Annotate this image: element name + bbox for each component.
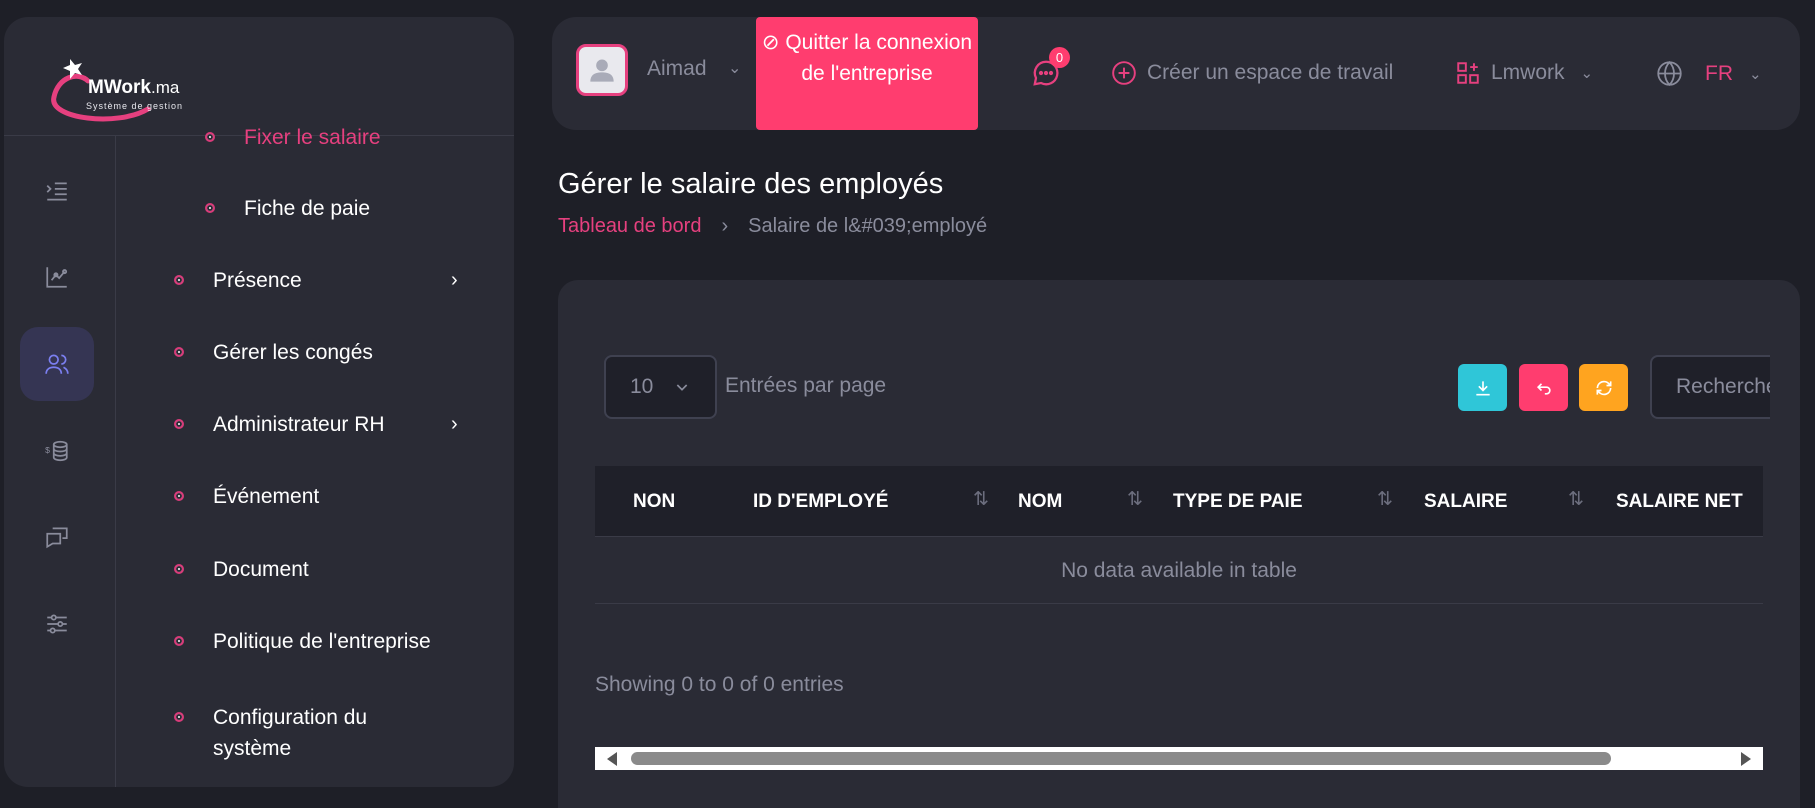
- bullet-icon: [174, 347, 184, 357]
- sort-icon[interactable]: ⇅: [1568, 488, 1584, 511]
- menu-item-label: Événement: [213, 485, 320, 508]
- workspace-selector[interactable]: Lmwork ⌄: [1455, 60, 1593, 86]
- create-workspace-button[interactable]: Créer un espace de travail: [1111, 60, 1393, 86]
- page-title: Gérer le salaire des employés: [558, 168, 944, 200]
- chart-icon: [46, 267, 68, 288]
- language-code: FR: [1705, 61, 1733, 85]
- column-header-id[interactable]: ID D'EMPLOYÉ: [753, 491, 888, 513]
- rail-dashboard[interactable]: [20, 240, 94, 314]
- reset-button[interactable]: [1519, 364, 1568, 411]
- quit-company-button[interactable]: ⊘ Quitter la connexion de l'entreprise: [756, 17, 978, 130]
- logo-subtitle: Système de gestion: [86, 101, 184, 111]
- menu-item-label: Fiche de paie: [244, 197, 371, 220]
- sort-icon[interactable]: ⇅: [973, 488, 989, 511]
- per-page-label: Entrées par page: [725, 374, 887, 397]
- bullet-icon: [174, 564, 184, 574]
- svg-text:$: $: [45, 445, 50, 455]
- language-selector[interactable]: FR ⌄: [1656, 60, 1762, 87]
- quit-company-label: Quitter la connexion de l'entreprise: [785, 31, 973, 85]
- chevron-right-icon[interactable]: ›: [451, 269, 458, 292]
- page-size-value: 10: [630, 375, 654, 398]
- rail-payroll[interactable]: $: [20, 414, 94, 488]
- ban-icon: ⊘: [761, 31, 780, 54]
- chevron-right-icon[interactable]: ›: [451, 413, 458, 436]
- workspace-label: Lmwork: [1491, 61, 1565, 84]
- user-icon: [590, 59, 614, 82]
- logo-brand: MWork.ma: [88, 77, 180, 98]
- settings-sliders-icon: [47, 614, 67, 634]
- sidebar: MWork.ma Système de gestion $ Fixer le s…: [4, 17, 514, 787]
- chevron-down-icon: ⌄: [1749, 65, 1762, 83]
- plus-circle-icon: [1112, 61, 1136, 85]
- search-input[interactable]: Rechercher: [1650, 355, 1770, 419]
- bullet-icon: [174, 636, 184, 646]
- chevron-down-icon[interactable]: ⌄: [728, 58, 741, 78]
- menu-item-configuration[interactable]: Configuration du système: [174, 702, 404, 764]
- table-info: Showing 0 to 0 of 0 entries: [595, 673, 844, 696]
- breadcrumb-home[interactable]: Tableau de bord: [558, 215, 701, 238]
- user-name[interactable]: Aimad: [647, 57, 707, 81]
- breadcrumb: Tableau de bord › Salaire de l&#039;empl…: [558, 215, 987, 238]
- messages-icon: [46, 527, 68, 549]
- menu-item-label: Présence: [213, 269, 302, 292]
- rail-menu-toggle[interactable]: [20, 154, 94, 228]
- rail-divider: [115, 136, 116, 787]
- logo[interactable]: MWork.ma Système de gestion: [48, 47, 208, 127]
- table-header: NON ID D'EMPLOYÉ ⇅ NOM ⇅ TYPE DE PAIE ⇅ …: [595, 466, 1763, 537]
- chevron-right-icon: ›: [721, 215, 729, 237]
- scroll-right-icon[interactable]: [1741, 752, 1751, 766]
- refresh-icon: [1596, 380, 1611, 395]
- bullet-icon: [174, 419, 184, 429]
- sort-icon[interactable]: ⇅: [1377, 488, 1393, 511]
- menu-item-politique[interactable]: Politique de l'entreprise: [174, 630, 431, 654]
- apps-add-icon: [1457, 62, 1479, 84]
- menu-item-label: Configuration du système: [213, 706, 368, 760]
- column-header-type-paie[interactable]: TYPE DE PAIE: [1173, 491, 1303, 513]
- column-header-non[interactable]: NON: [633, 491, 675, 513]
- bullet-icon: [174, 275, 184, 285]
- bullet-icon: [205, 203, 215, 213]
- globe-icon: [1657, 60, 1682, 87]
- table-empty-row: No data available in table: [595, 538, 1763, 604]
- menu-item-document[interactable]: Document: [174, 558, 309, 582]
- sort-icon[interactable]: ⇅: [1127, 488, 1143, 511]
- horizontal-scrollbar[interactable]: [595, 747, 1763, 770]
- coins-icon: $: [45, 440, 68, 462]
- scroll-left-icon[interactable]: [607, 752, 617, 766]
- menu-item-label: Gérer les congés: [213, 341, 373, 364]
- undo-icon: [1536, 382, 1551, 395]
- rail-users[interactable]: [20, 327, 94, 401]
- refresh-button[interactable]: [1579, 364, 1628, 411]
- menu-item-label: Administrateur RH: [213, 413, 385, 436]
- rail-messages[interactable]: [20, 500, 94, 574]
- menu-item-admin-rh[interactable]: Administrateur RH: [174, 413, 385, 437]
- rail-settings[interactable]: [20, 587, 94, 661]
- bullet-icon: [174, 712, 184, 722]
- scroll-thumb[interactable]: [631, 752, 1611, 765]
- column-header-salaire[interactable]: SALAIRE: [1424, 491, 1507, 513]
- page-size-select[interactable]: 10: [604, 355, 717, 419]
- menu-item-label: Document: [213, 558, 309, 581]
- export-button[interactable]: [1458, 364, 1507, 411]
- users-icon: [45, 354, 69, 374]
- menu-item-fixer-le-salaire[interactable]: Fixer le salaire: [205, 126, 381, 150]
- chevron-down-icon: [676, 384, 688, 391]
- menu-item-label: Politique de l'entreprise: [213, 630, 431, 653]
- menu-item-fiche-de-paie[interactable]: Fiche de paie: [205, 197, 370, 221]
- menu-item-label: Fixer le salaire: [244, 126, 381, 149]
- avatar[interactable]: [576, 44, 628, 96]
- column-header-salaire-net[interactable]: SALAIRE NET: [1616, 491, 1743, 513]
- menu-item-presence[interactable]: Présence: [174, 269, 302, 293]
- menu-item-conges[interactable]: Gérer les congés: [174, 341, 373, 365]
- menu-item-evenement[interactable]: Événement: [174, 485, 319, 509]
- menu-collapse-icon: [46, 182, 67, 201]
- breadcrumb-current: Salaire de l&#039;employé: [748, 215, 988, 237]
- chevron-down-icon: ⌄: [1580, 65, 1594, 82]
- bullet-icon: [174, 491, 184, 501]
- download-icon: [1475, 380, 1490, 395]
- create-workspace-label: Créer un espace de travail: [1147, 61, 1394, 84]
- bullet-icon: [205, 132, 215, 142]
- messages-count-badge: 0: [1049, 47, 1070, 68]
- column-header-nom[interactable]: NOM: [1018, 491, 1062, 513]
